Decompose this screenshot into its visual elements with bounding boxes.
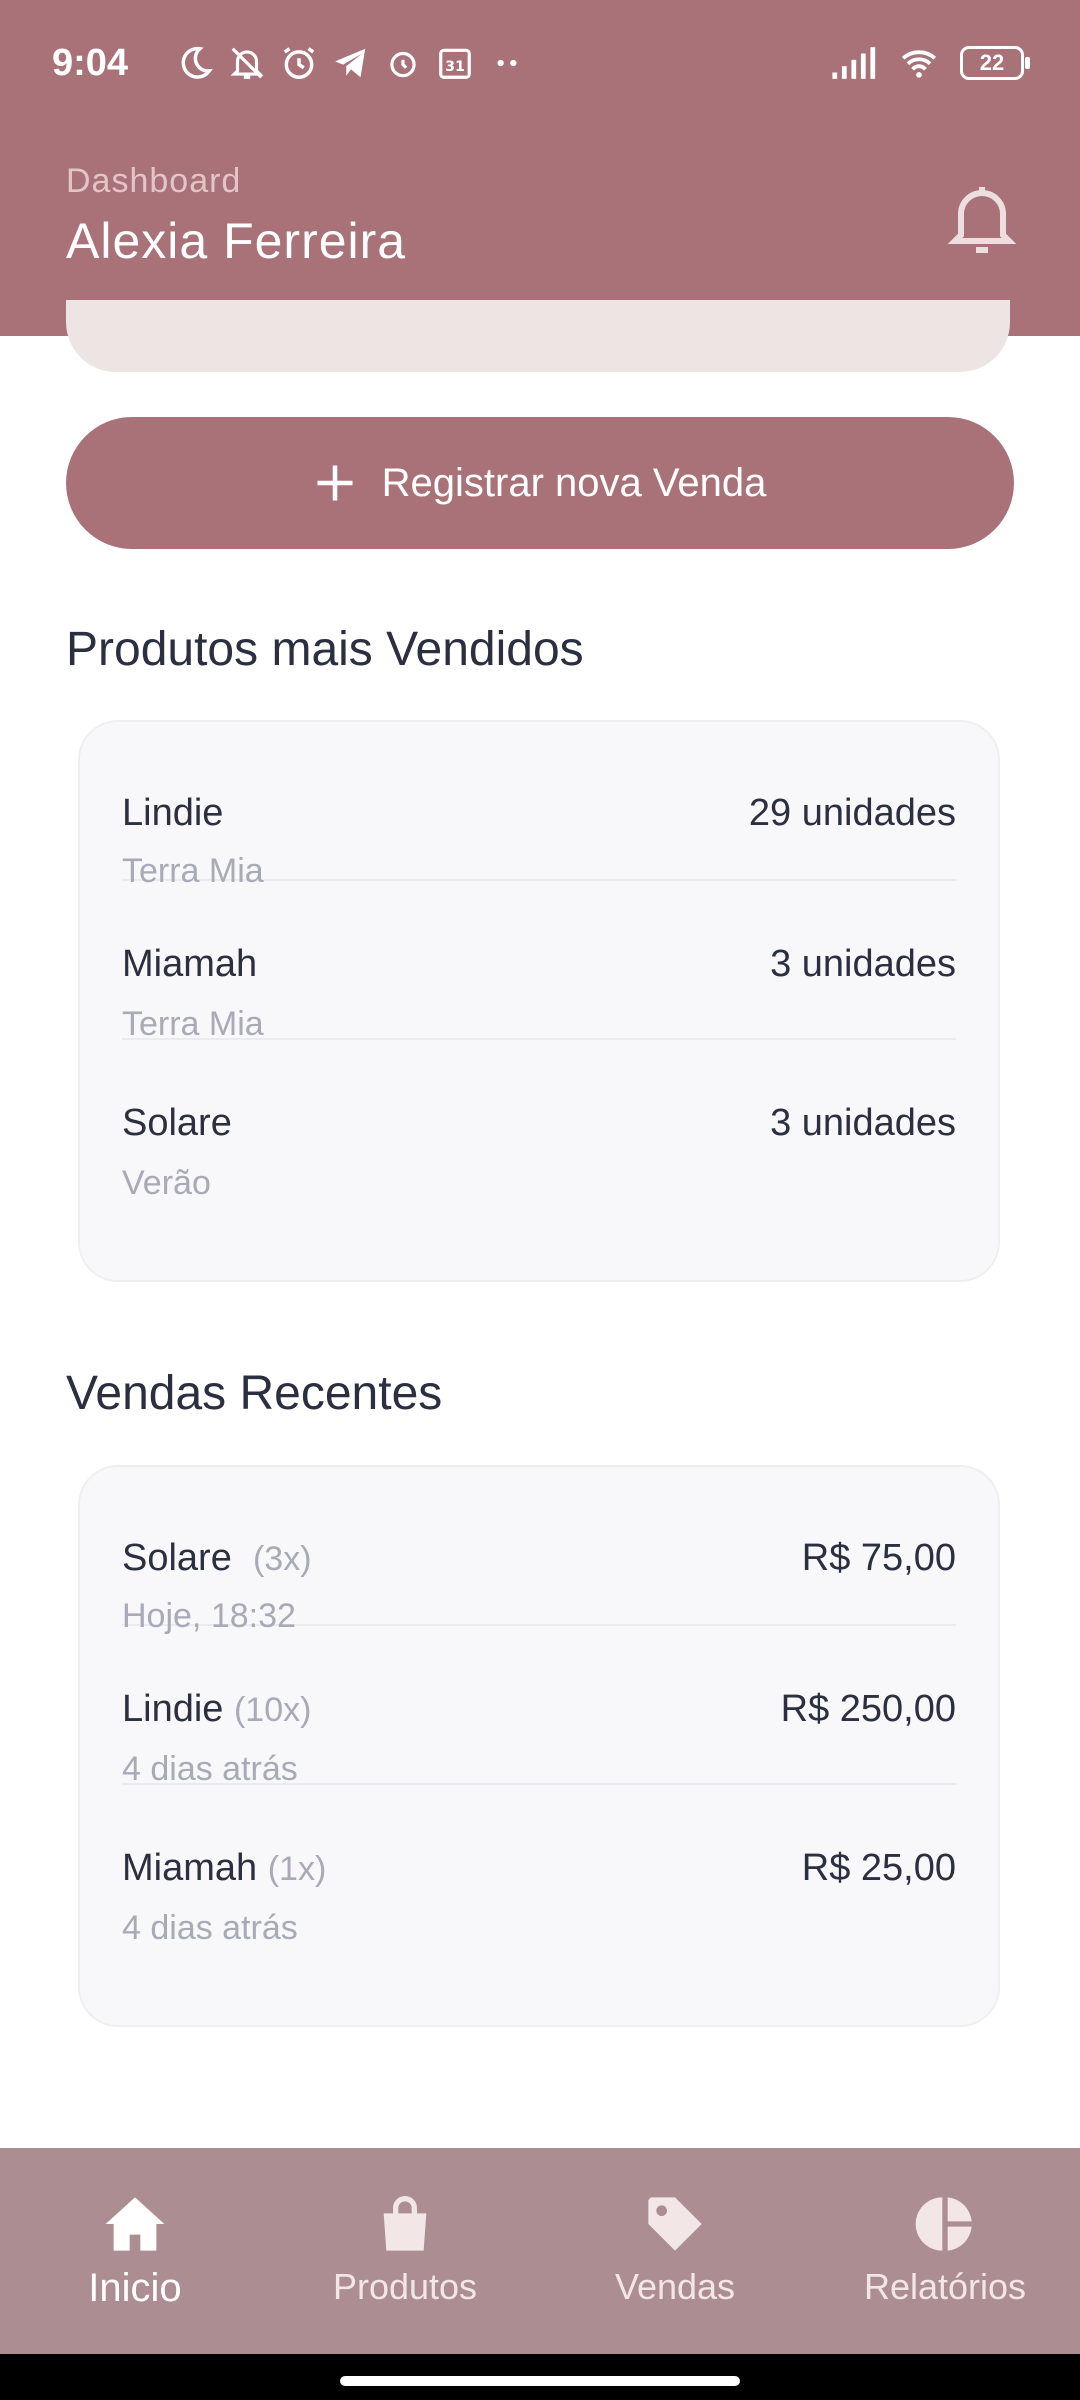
app-header: 9:04 31 22 Dashboard Alexia Ferreira — [0, 0, 1080, 336]
nav-label: Produtos — [332, 2266, 478, 2307]
status-notification-icons: 31 — [176, 44, 526, 82]
list-item[interactable]: Miamah (1x) 4 dias atrás R$ 25,00 — [122, 1785, 956, 1947]
battery-icon: 22 — [960, 46, 1030, 80]
sale-date: 4 dias atrás — [122, 1909, 298, 1947]
nav-item-vendas[interactable]: Vendas — [540, 2148, 810, 2354]
nav-item-produtos[interactable]: Produtos — [270, 2148, 540, 2354]
home-indicator[interactable] — [340, 2376, 740, 2386]
list-item[interactable]: Solare Verão 3 unidades — [122, 1040, 956, 1202]
header-title: Alexia Ferreira — [66, 213, 407, 269]
nav-item-relatorios[interactable]: Relatórios — [810, 2148, 1080, 2354]
sale-quantity: (3x) — [252, 1540, 312, 1578]
notification-bell-icon[interactable] — [946, 180, 1018, 260]
mute-bell-icon — [230, 47, 264, 79]
plus-icon — [317, 465, 353, 501]
calendar-icon: 31 — [439, 48, 471, 79]
sale-amount: R$ 25,00 — [801, 1847, 956, 1889]
status-bar: 9:04 31 22 — [0, 0, 1080, 130]
sale-product: Solare (3x) — [122, 1537, 312, 1580]
top-products-card: Lindie Terra Mia 29 unidades Miamah Terr… — [78, 720, 1000, 1282]
system-navigation-bar — [0, 2354, 1080, 2400]
sale-product: Lindie (10x) — [122, 1688, 311, 1731]
sale-amount: R$ 75,00 — [801, 1537, 956, 1579]
wifi-icon — [901, 50, 937, 78]
register-sale-label: Registrar nova Venda — [381, 460, 767, 505]
nav-item-inicio[interactable]: Inicio — [0, 2148, 270, 2354]
more-dots-icon — [497, 59, 517, 67]
product-units: 29 unidades — [748, 792, 956, 834]
list-item[interactable]: Solare (3x) Hoje, 18:32 R$ 75,00 — [122, 1467, 956, 1635]
telegram-icon — [335, 48, 366, 78]
product-name: Solare — [122, 1102, 232, 1144]
sale-product-name: Lindie — [122, 1688, 224, 1730]
product-name: Miamah — [122, 943, 258, 985]
nav-label: Vendas — [614, 2266, 736, 2307]
recent-sales-card: Solare (3x) Hoje, 18:32 R$ 75,00 Lindie … — [78, 1465, 1000, 2027]
alarm-icon — [283, 47, 315, 79]
nav-label: Inicio — [88, 2266, 182, 2310]
sale-product-name: Miamah — [122, 1847, 258, 1889]
sale-product-name: Solare — [122, 1537, 232, 1579]
sale-quantity: (10x) — [233, 1691, 312, 1729]
sale-amount: R$ 250,00 — [780, 1688, 956, 1730]
tag-icon — [648, 2197, 702, 2251]
product-collection: Verão — [122, 1164, 211, 1202]
list-item[interactable]: Miamah Terra Mia 3 unidades — [122, 881, 956, 1043]
home-icon — [105, 2197, 165, 2251]
alarm-small-icon — [390, 51, 416, 78]
sale-quantity: (1x) — [267, 1850, 327, 1888]
list-item[interactable]: Lindie (10x) 4 dias atrás R$ 250,00 — [122, 1626, 956, 1788]
status-time: 9:04 — [52, 42, 129, 84]
sale-date: 4 dias atrás — [122, 1750, 298, 1788]
header-subtitle: Dashboard — [66, 162, 242, 200]
product-name: Lindie — [122, 792, 224, 834]
product-units: 3 unidades — [770, 1102, 956, 1144]
signal-icon — [832, 47, 876, 79]
summary-card-remnant — [66, 300, 1010, 372]
recent-sales-title: Vendas Recentes — [66, 1367, 443, 1420]
sale-product: Miamah (1x) — [122, 1847, 326, 1890]
product-units: 3 unidades — [770, 943, 956, 985]
status-system-icons: 22 — [828, 44, 1030, 82]
register-sale-button[interactable]: Registrar nova Venda — [66, 417, 1014, 549]
moon-icon — [181, 46, 213, 79]
list-item[interactable]: Lindie Terra Mia 29 unidades — [122, 722, 956, 890]
top-products-title: Produtos mais Vendidos — [66, 623, 584, 676]
product-collection: Terra Mia — [122, 1005, 264, 1043]
nav-label: Relatórios — [863, 2266, 1027, 2307]
shopping-bag-icon — [383, 2196, 427, 2251]
bottom-navigation: Inicio Produtos Vendas Relatórios — [0, 2148, 1080, 2354]
pie-chart-icon — [915, 2197, 972, 2251]
svg-text:31: 31 — [445, 59, 465, 75]
